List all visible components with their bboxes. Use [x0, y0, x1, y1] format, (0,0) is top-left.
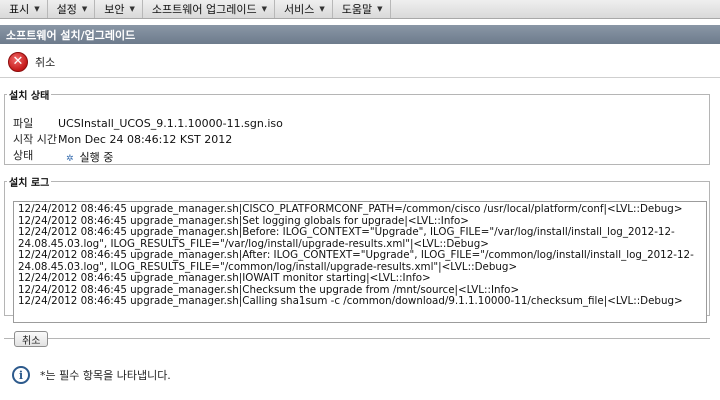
cancel-button[interactable]: 취소 — [14, 331, 49, 347]
page-title: 소프트웨어 설치/업그레이드 — [0, 25, 720, 44]
log-line: 12/24/2012 08:46:45 upgrade_manager.sh|C… — [18, 203, 683, 215]
file-label: 파일 — [13, 117, 34, 130]
info-icon: i — [12, 366, 30, 384]
chevron-down-icon: ▼ — [261, 5, 268, 13]
menu-view-label: 표시 — [9, 3, 30, 16]
install-log-textarea[interactable]: 12/24/2012 08:46:45 upgrade_manager.sh|C… — [13, 201, 707, 323]
status-file-row: 파일 UCSInstall_UCOS_9.1.1.10000-11.sgn.iso — [13, 115, 283, 131]
toolbar-cancel-label: 취소 — [35, 55, 56, 69]
menu-services[interactable]: 서비스 ▼ — [275, 0, 333, 18]
menu-security-label: 보안 — [104, 3, 125, 16]
menu-view[interactable]: 표시 ▼ — [0, 0, 48, 18]
required-note: *는 필수 항목을 나타냅니다. — [40, 369, 171, 382]
footer-note: i *는 필수 항목을 나타냅니다. — [12, 366, 171, 384]
install-status-group: 설치 상태 파일 UCSInstall_UCOS_9.1.1.10000-11.s… — [4, 87, 710, 165]
menu-software-upgrade-label: 소프트웨어 업그레이드 — [151, 3, 257, 16]
menu-services-label: 서비스 — [284, 3, 315, 16]
log-line: 12/24/2012 08:46:45 upgrade_manager.sh|B… — [18, 226, 675, 238]
toolbar: ✕ 취소 — [0, 46, 720, 78]
status-start-row: 시작 시간Mon Dec 24 08:46:12 KST 2012 — [13, 131, 232, 147]
install-status-legend: 설치 상태 — [9, 91, 50, 102]
install-log-group: 설치 로그 12/24/2012 08:46:45 upgrade_manage… — [4, 174, 710, 323]
menu-settings[interactable]: 설정 ▼ — [48, 0, 96, 18]
status-state-value-row: ✲ 실행 중 — [58, 149, 113, 165]
menu-bar: 표시 ▼ 설정 ▼ 보안 ▼ 소프트웨어 업그레이드 ▼ 서비스 ▼ 도움말 ▼ — [0, 0, 720, 19]
state-label: 상태 — [13, 149, 34, 162]
menu-security[interactable]: 보안 ▼ — [95, 0, 143, 18]
divider — [4, 338, 710, 339]
chevron-down-icon: ▼ — [319, 5, 325, 13]
log-line: 12/24/2012 08:46:45 upgrade_manager.sh|A… — [18, 249, 694, 261]
start-time-value: Mon Dec 24 08:46:12 KST 2012 — [58, 133, 233, 146]
install-log-legend: 설치 로그 — [9, 178, 50, 189]
state-value: 실행 중 — [79, 151, 114, 164]
menu-software-upgrade[interactable]: 소프트웨어 업그레이드 ▼ — [143, 0, 276, 18]
status-state-row: 상태 — [13, 147, 58, 163]
menu-help[interactable]: 도움말 ▼ — [333, 0, 391, 18]
chevron-down-icon: ▼ — [34, 5, 40, 13]
menu-help-label: 도움말 — [341, 3, 373, 16]
menu-settings-label: 설정 — [56, 3, 77, 16]
bottom-bar: 취소 — [0, 330, 720, 347]
start-time-label: 시작 시간 — [13, 133, 57, 146]
spinner-icon: ✲ — [66, 154, 74, 164]
log-line: 12/24/2012 08:46:45 upgrade_manager.sh|I… — [18, 272, 431, 284]
toolbar-cancel-button[interactable]: ✕ 취소 — [8, 51, 56, 72]
log-line: 12/24/2012 08:46:45 upgrade_manager.sh|C… — [18, 295, 683, 307]
cancel-icon: ✕ — [8, 51, 28, 72]
chevron-down-icon: ▼ — [129, 5, 135, 13]
chevron-down-icon: ▼ — [377, 5, 383, 13]
chevron-down-icon: ▼ — [81, 5, 88, 13]
file-value: UCSInstall_UCOS_9.1.1.10000-11.sgn.iso — [58, 117, 283, 130]
